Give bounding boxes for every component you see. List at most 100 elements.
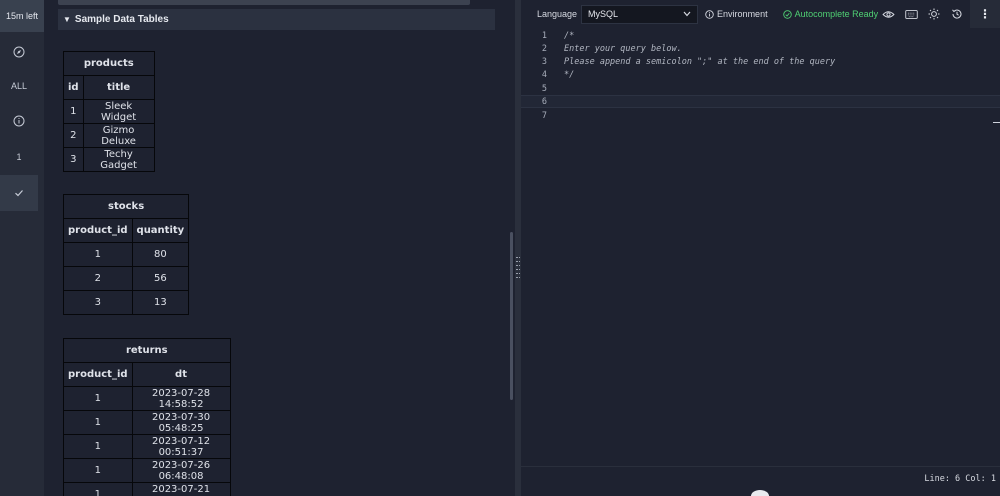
column-header: title	[82, 75, 155, 100]
column-header: product_id	[63, 362, 133, 387]
time-remaining: 15m left	[0, 0, 44, 32]
line-text: Please append a semicolon ";" at the end…	[564, 56, 836, 67]
table-cell: 3	[63, 290, 133, 315]
table-cell: 2023-07-21 02:42:05	[131, 482, 231, 496]
table-name: returns	[63, 338, 231, 363]
table-cell: 1	[63, 434, 133, 459]
table-row: 1 2023-07-30 05:48:25	[63, 410, 231, 435]
expand-console-handle[interactable]	[751, 490, 769, 496]
language-select[interactable]: MySQL	[581, 4, 699, 24]
code-line[interactable]: 4 */	[521, 68, 1000, 81]
code-editor-pane: Language MySQL Environment Autocomplete …	[521, 0, 1000, 496]
products-table: products id title 1 Sleek Widget 2 Gizmo D…	[63, 51, 155, 172]
column-header: product_id	[63, 218, 133, 243]
table-cell: 1	[63, 458, 133, 483]
table-cell: Gizmo Deluxe	[82, 123, 155, 148]
line-text: */	[564, 69, 575, 80]
column-header: id	[63, 75, 84, 100]
left-rail: 15m left ALL 1	[0, 0, 44, 496]
info-icon[interactable]	[0, 103, 38, 139]
table-cell: 1	[63, 482, 133, 496]
line-text: /*	[564, 30, 575, 41]
table-cell: 2	[63, 266, 133, 291]
table-cell: 1	[63, 99, 84, 124]
column-header: quantity	[131, 218, 190, 243]
scroll-marker	[993, 122, 1000, 123]
table-cell: 1	[63, 386, 133, 411]
table-cell: 2023-07-30 05:48:25	[131, 410, 231, 435]
environment-label: Environment	[717, 9, 768, 19]
table-cell: Techy Gadget	[82, 147, 155, 172]
table-name: products	[63, 51, 155, 76]
table-cell: 80	[131, 242, 190, 267]
table-row: 1 2023-07-28 14:58:52	[63, 386, 231, 411]
table-cell: 3	[63, 147, 84, 172]
line-number: 2	[541, 43, 547, 54]
code-line[interactable]: 2 Enter your query below.	[521, 42, 1000, 55]
line-number: 1	[541, 30, 547, 41]
environment-button[interactable]: Environment	[705, 9, 768, 19]
table-name: stocks	[62, 194, 190, 219]
keyboard-icon[interactable]	[904, 7, 918, 21]
line-number: 4	[541, 69, 547, 80]
table-row: 2 56	[63, 266, 190, 291]
table-cell: Sleek Widget	[82, 99, 155, 124]
question-number-button[interactable]: 1	[0, 139, 38, 175]
history-icon[interactable]	[950, 7, 964, 21]
table-cell: 2	[63, 123, 84, 148]
table-cell: 2023-07-26 06:48:08	[131, 458, 231, 483]
line-number: 3	[541, 56, 547, 67]
table-cell: 1	[63, 410, 133, 435]
code-line[interactable]: 3 Please append a semicolon ";" at the en…	[521, 55, 1000, 68]
collapse-triangle-icon: ▼	[63, 15, 71, 24]
table-row: 3 Techy Gadget	[63, 147, 155, 172]
sun-icon[interactable]	[927, 7, 941, 21]
table-row: 12023-07-21 02:42:05	[63, 482, 231, 496]
line-number: 6	[541, 96, 547, 107]
table-row: 2 Gizmo Deluxe	[63, 123, 155, 148]
table-row: 1 Sleek Widget	[63, 99, 155, 124]
line-number: 7	[541, 110, 547, 121]
table-row: 3 13	[63, 290, 190, 315]
code-line[interactable]: 1 /*	[521, 29, 1000, 42]
line-text: Enter your query below.	[564, 43, 682, 54]
toolbar-icon-group	[881, 0, 964, 28]
autocomplete-status: Autocomplete Ready	[782, 9, 879, 19]
chevron-down-icon	[683, 9, 691, 19]
autocomplete-label: Autocomplete Ready	[794, 9, 879, 19]
table-row: 1 80	[63, 242, 190, 267]
eye-icon[interactable]	[881, 7, 895, 21]
filter-all-button[interactable]: ALL	[0, 68, 38, 104]
top-scrollbar[interactable]	[58, 0, 470, 5]
line-number: 5	[541, 83, 547, 94]
left-pane-scrollbar[interactable]	[510, 232, 513, 400]
sample-data-tables-header[interactable]: ▼ Sample Data Tables	[58, 9, 495, 30]
column-header: dt	[131, 362, 231, 387]
active-code-line[interactable]: 6	[521, 95, 1000, 108]
cursor-position: Line: 6 Col: 1	[924, 474, 996, 484]
table-row: 1 2023-07-26 06:48:08	[63, 458, 231, 483]
language-label: Language	[537, 9, 578, 19]
code-area[interactable]: 1 /* 2 Enter your query below. 3 Please app…	[521, 28, 1000, 466]
language-value: MySQL	[588, 9, 619, 19]
more-options-button[interactable]: ⋮	[970, 0, 1000, 28]
code-line[interactable]: 5	[521, 82, 1000, 95]
table-row: 1 2023-07-12 00:51:37	[63, 434, 231, 459]
drag-handle-icon[interactable]	[516, 257, 520, 279]
editor-toolbar: Language MySQL Environment Autocomplete …	[521, 0, 1000, 28]
editor-status-bar: Line: 6 Col: 1	[521, 466, 1000, 496]
table-cell: 2023-07-28 14:58:52	[131, 386, 231, 411]
info-icon	[705, 9, 714, 19]
stocks-table: stocks product_id quantity 1 80 2 56 3 13	[62, 194, 190, 315]
table-cell: 56	[131, 266, 190, 291]
code-line[interactable]: 7	[521, 109, 1000, 122]
section-title: Sample Data Tables	[74, 14, 169, 25]
check-icon[interactable]	[0, 175, 38, 211]
table-cell: 2023-07-12 00:51:37	[131, 434, 231, 459]
table-cell: 13	[131, 290, 190, 315]
returns-table: returns product_id dt 1 2023-07-28 14:58:…	[63, 338, 231, 496]
compass-icon[interactable]	[0, 34, 38, 70]
problem-pane: ▼ Sample Data Tables products id title 1…	[44, 0, 510, 496]
table-cell: 1	[63, 242, 133, 267]
check-circle-icon	[782, 9, 792, 19]
